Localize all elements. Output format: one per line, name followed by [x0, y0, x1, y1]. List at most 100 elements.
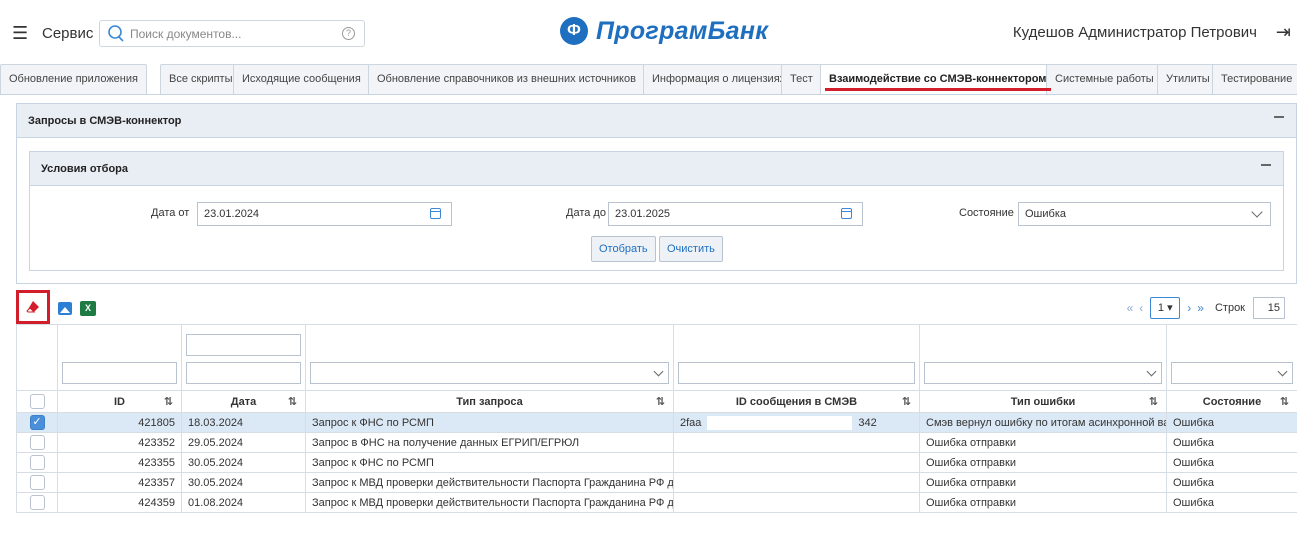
date-from-field[interactable] [197, 202, 452, 226]
col-error[interactable]: Тип ошибки ⇅ [919, 390, 1167, 413]
type-filter-select[interactable] [310, 362, 669, 384]
prev-page-icon[interactable]: ‹ [1139, 301, 1143, 315]
row-checkbox[interactable] [29, 475, 45, 490]
cell-type: Запрос к МВД проверки действительности П… [305, 472, 674, 493]
tab-outgoing-messages[interactable]: Исходящие сообщения [233, 64, 370, 94]
date-filter-from[interactable] [186, 334, 301, 356]
rows-per-page-input[interactable]: 15 [1253, 297, 1285, 319]
cell-type: Запрос в ФНС на получение данных ЕГРИП/Е… [305, 432, 674, 453]
smev-requests-panel: Запросы в СМЭВ-коннектор Условия отбора … [16, 103, 1297, 284]
requests-table: ID ⇅ Дата ⇅ Тип запроса ⇅ ID сообщения в СМ… [16, 324, 1297, 513]
excel-icon[interactable]: X [80, 301, 96, 316]
tab-all-scripts[interactable]: Все скрипты [160, 64, 242, 94]
calendar-icon[interactable] [841, 208, 852, 219]
tab-system-jobs[interactable]: Системные работы [1046, 64, 1163, 94]
cell-id: 423357 [57, 472, 182, 493]
state-select-value[interactable] [1019, 203, 1270, 225]
col-type[interactable]: Тип запроса ⇅ [305, 390, 674, 413]
user-name[interactable]: Кудешов Администратор Петрович [1013, 24, 1257, 41]
cell-id: 423352 [57, 432, 182, 453]
sort-icon[interactable]: ⇅ [656, 395, 665, 408]
sort-icon[interactable]: ⇅ [902, 395, 911, 408]
table-row[interactable]: 423355 30.05.2024 Запрос к ФНС по РСМП О… [16, 452, 1297, 473]
filter-row [16, 324, 1297, 391]
cell-state: Ошибка [1166, 452, 1297, 473]
col-date[interactable]: Дата ⇅ [181, 390, 306, 413]
cell-error: Ошибка отправки [919, 472, 1167, 493]
row-checkbox[interactable] [29, 435, 45, 450]
collapse-icon[interactable] [1274, 116, 1284, 118]
cell-type: Запрос к ФНС по РСМП [305, 412, 674, 433]
col-msg-id[interactable]: ID сообщения в СМЭВ ⇅ [673, 390, 920, 413]
col-state[interactable]: Состояние ⇅ [1166, 390, 1297, 413]
row-checkbox[interactable]: ✓ [29, 415, 45, 430]
date-filter-to[interactable] [186, 362, 301, 384]
filter-panel: Условия отбора Дата от Дата до Состояние… [29, 151, 1284, 271]
id-filter-input[interactable] [62, 362, 177, 384]
cell-state: Ошибка [1166, 432, 1297, 453]
date-from-input[interactable] [198, 203, 451, 225]
page-select[interactable]: 1 ▾ [1150, 297, 1181, 319]
active-tab-highlight [825, 88, 1051, 91]
service-menu[interactable]: Сервис [42, 25, 93, 42]
cell-msg-id [673, 492, 920, 513]
col-id[interactable]: ID ⇅ [57, 390, 182, 413]
state-filter-select[interactable] [1171, 362, 1293, 384]
logout-icon[interactable]: ⇥ [1276, 22, 1291, 43]
table-row[interactable]: 423352 29.05.2024 Запрос в ФНС на получе… [16, 432, 1297, 453]
first-page-icon[interactable]: « [1127, 301, 1134, 315]
filter-cell-error [919, 324, 1167, 391]
date-to-input[interactable] [609, 203, 862, 225]
sort-icon[interactable]: ⇅ [288, 395, 297, 408]
chevron-down-icon[interactable] [653, 366, 664, 377]
tab-license-info[interactable]: Информация о лицензиях [643, 64, 795, 94]
date-to-label: Дата до [566, 207, 606, 219]
search-icon[interactable] [107, 25, 124, 42]
state-select[interactable] [1018, 202, 1271, 226]
calendar-icon[interactable] [430, 208, 441, 219]
hamburger-menu-icon[interactable]: ☰ [12, 24, 28, 42]
filter-cell-state [1166, 324, 1297, 391]
last-page-icon[interactable]: » [1197, 301, 1204, 315]
sort-icon[interactable]: ⇅ [164, 395, 173, 408]
filter-cell-type [305, 324, 674, 391]
sort-icon[interactable]: ⇅ [1280, 395, 1289, 408]
logo: Ф ПрограмБанк [560, 14, 768, 48]
msg-id-filter-input[interactable] [678, 362, 915, 384]
tab-app-update[interactable]: Обновление приложения [0, 64, 147, 94]
cell-id: 424359 [57, 492, 182, 513]
search-box[interactable]: ? [99, 20, 365, 47]
search-input[interactable] [130, 21, 330, 46]
clear-button[interactable] [16, 290, 50, 324]
help-icon[interactable]: ? [342, 27, 355, 40]
table-row[interactable]: ✓ 421805 18.03.2024 Запрос к ФНС по РСМП… [16, 412, 1297, 433]
cell-error: Смэв вернул ошибку по итогам асинхронной… [919, 412, 1167, 433]
select-all-checkbox[interactable] [29, 394, 45, 409]
cell-date: 29.05.2024 [181, 432, 306, 453]
row-checkbox[interactable] [29, 495, 45, 510]
chevron-down-icon[interactable] [1146, 366, 1157, 377]
chevron-down-icon[interactable] [1277, 366, 1288, 377]
table-row[interactable]: 423357 30.05.2024 Запрос к МВД проверки … [16, 472, 1297, 493]
apply-filter-button[interactable]: Отобрать [591, 236, 656, 262]
image-icon[interactable] [58, 302, 72, 315]
cell-date: 30.05.2024 [181, 472, 306, 493]
filter-title: Условия отбора [30, 152, 1283, 186]
date-to-field[interactable] [608, 202, 863, 226]
sort-icon[interactable]: ⇅ [1149, 395, 1158, 408]
cell-date: 01.08.2024 [181, 492, 306, 513]
collapse-icon[interactable] [1261, 164, 1271, 166]
cell-id: 421805 [57, 412, 182, 433]
next-page-icon[interactable]: › [1187, 301, 1191, 315]
tab-reference-update[interactable]: Обновление справочников из внешних источ… [368, 64, 645, 94]
state-label: Состояние [959, 207, 1014, 219]
cell-error: Ошибка отправки [919, 432, 1167, 453]
table-row[interactable]: 424359 01.08.2024 Запрос к МВД проверки … [16, 492, 1297, 513]
filter-cell-msg [673, 324, 920, 391]
clear-filter-button[interactable]: Очистить [659, 236, 723, 262]
tab-test[interactable]: Тест [781, 64, 822, 94]
error-filter-select[interactable] [924, 362, 1162, 384]
tab-testing[interactable]: Тестирование [1212, 64, 1297, 94]
row-checkbox[interactable] [29, 455, 45, 470]
tab-utilities[interactable]: Утилиты [1157, 64, 1219, 94]
